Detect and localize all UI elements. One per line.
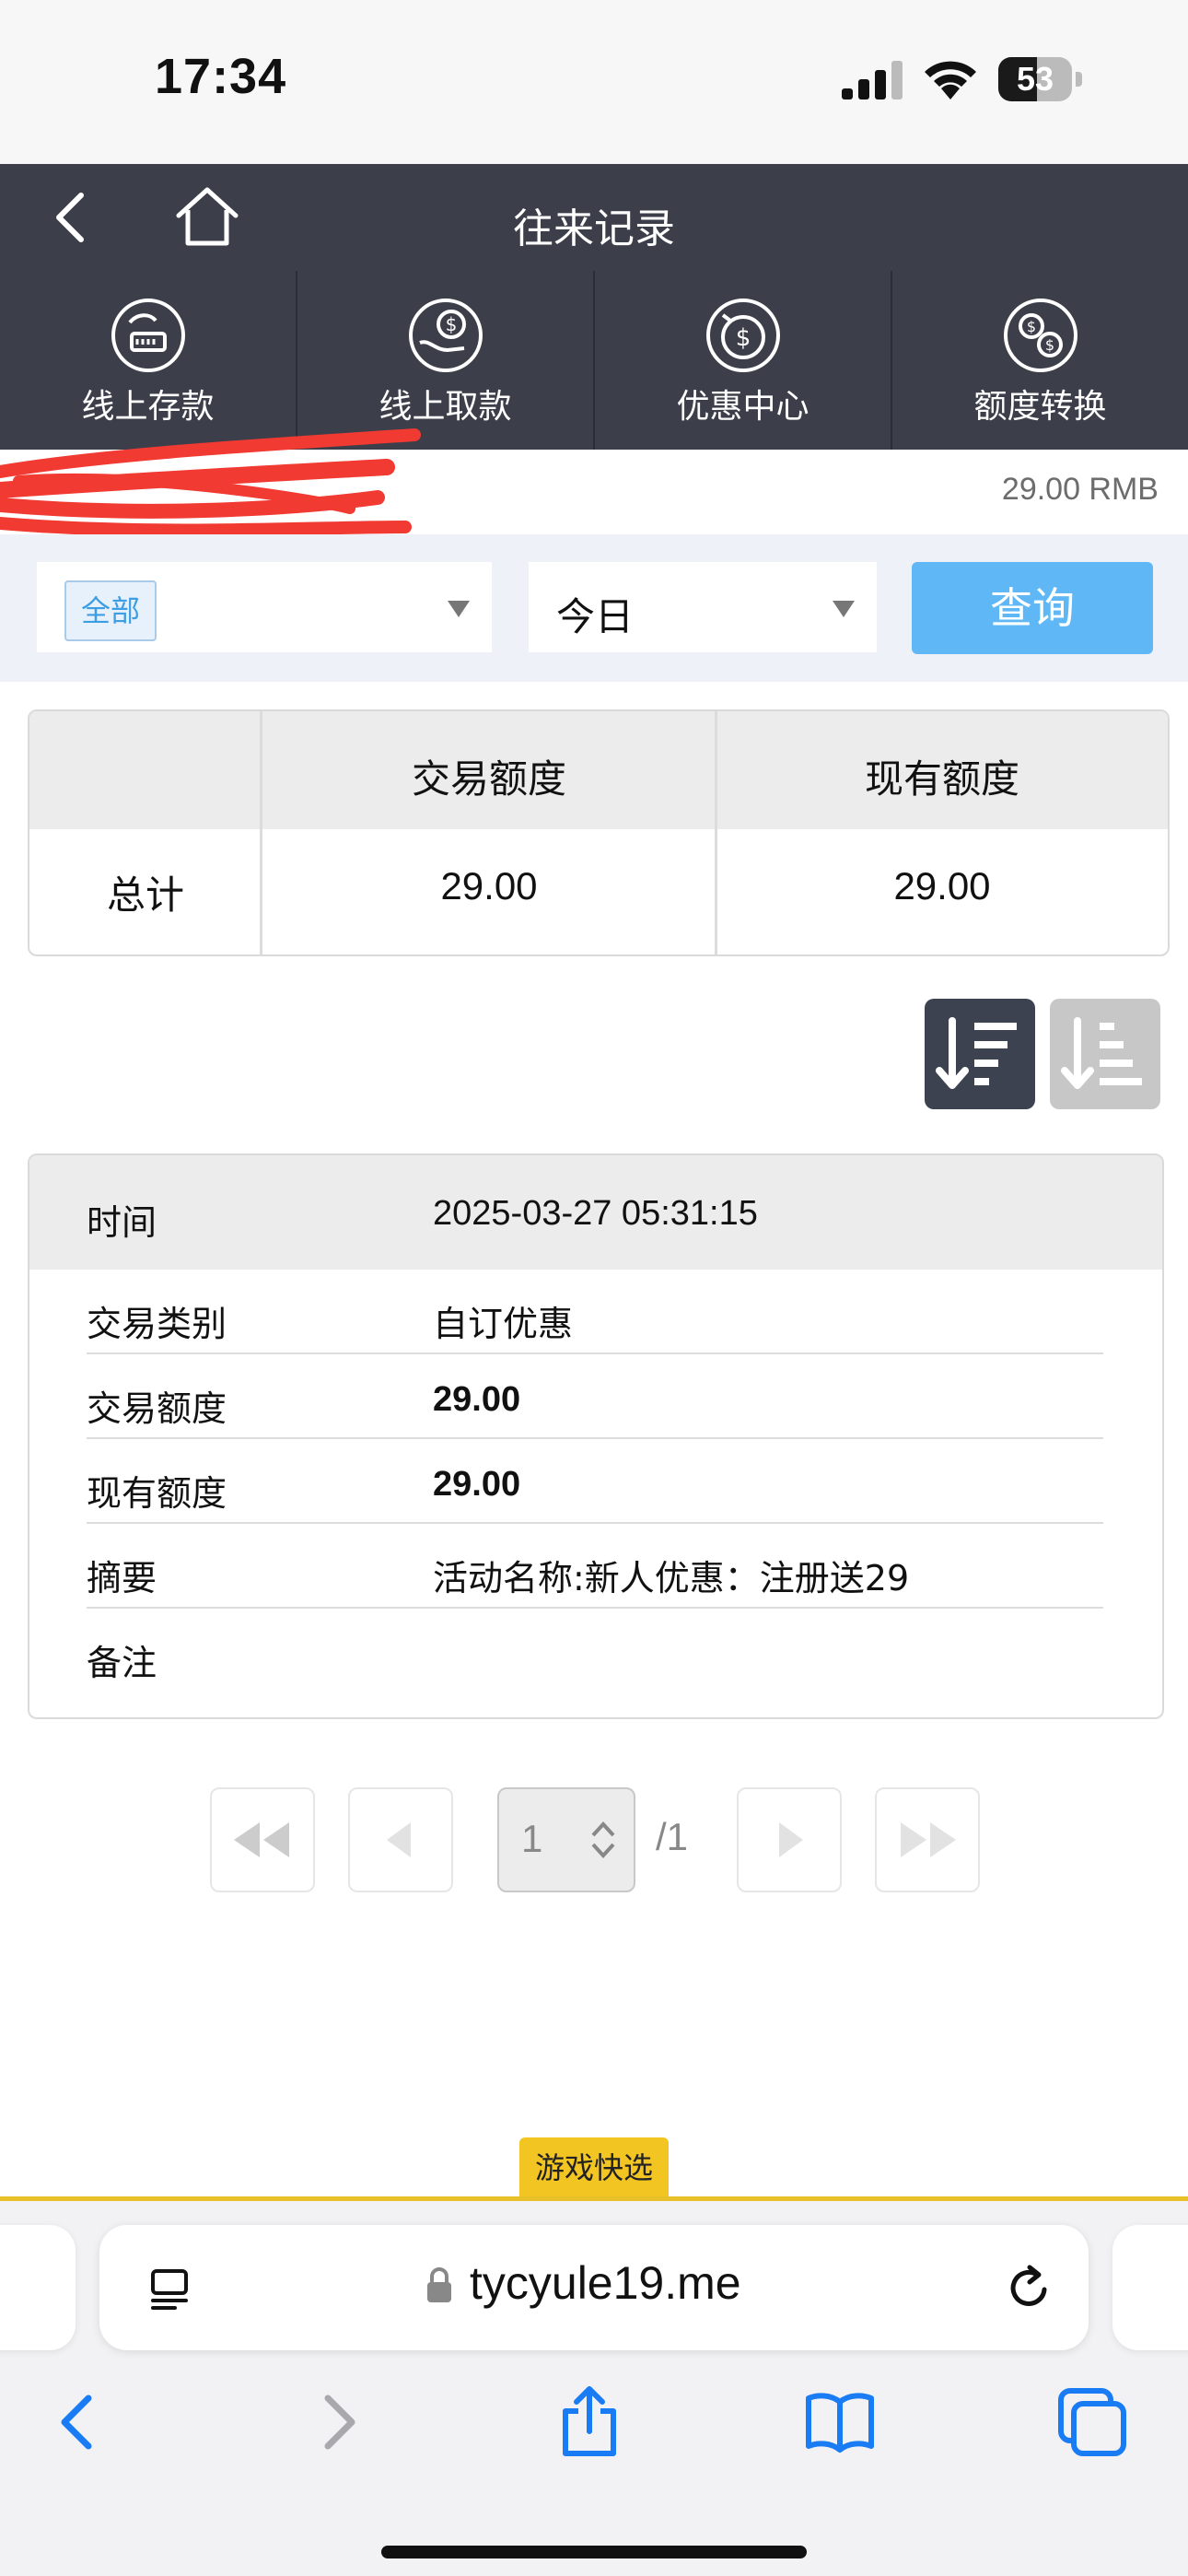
wifi-icon	[925, 61, 976, 100]
page-title: 往来记录	[513, 205, 675, 252]
summary-table: 交易额度 现有额度 总计 29.00 29.00	[28, 709, 1170, 956]
summary-header-current: 现有额度	[864, 756, 1019, 802]
deposit-icon	[111, 299, 185, 372]
browser-chrome: tycyule19.me	[0, 2201, 1188, 2576]
first-page-button[interactable]	[210, 1787, 315, 1892]
summary-total-label: 总计	[106, 872, 184, 918]
battery-tip	[1076, 72, 1082, 87]
record-row-value: 29.00	[433, 1465, 521, 1504]
transfer-icon: $ $	[1003, 299, 1077, 372]
tabs-icon[interactable]	[1055, 2385, 1129, 2459]
record-time-label: 时间	[87, 1202, 157, 1243]
last-page-button[interactable]	[875, 1787, 980, 1892]
bookmarks-icon[interactable]	[803, 2385, 877, 2459]
battery-indicator: 53	[998, 57, 1083, 101]
record-row-label: 摘要	[87, 1558, 157, 1598]
battery-percent: 53	[1016, 60, 1054, 98]
cellular-signal-icon	[842, 61, 903, 100]
svg-text:$: $	[1044, 336, 1054, 354]
quick-menu-label: 额度转换	[973, 388, 1107, 426]
record-row-label: 现有额度	[87, 1473, 227, 1514]
summary-transaction-amount: 29.00	[440, 864, 538, 907]
divider	[87, 1437, 1103, 1439]
divider	[87, 1352, 1103, 1354]
page-number-input[interactable]: 1	[497, 1787, 635, 1892]
transaction-type-select[interactable]: 全部	[37, 562, 492, 652]
record-row-value: 活动名称:新人优惠：注册送29	[433, 1558, 910, 1598]
transaction-type-value: 全部	[64, 580, 157, 641]
divider	[87, 1607, 1103, 1609]
record-time-value: 2025-03-27 05:31:15	[433, 1194, 758, 1233]
browser-forward-icon[interactable]	[300, 2385, 374, 2459]
sort-descending-button[interactable]	[925, 999, 1035, 1109]
next-page-button[interactable]	[737, 1787, 842, 1892]
promotion-icon: $	[705, 299, 780, 372]
summary-current-amount: 29.00	[893, 864, 991, 907]
reader-mode-icon[interactable]	[146, 2266, 193, 2313]
quick-menu-label: 优惠中心	[676, 388, 809, 426]
chevron-down-icon	[448, 601, 470, 617]
previous-page-button[interactable]	[348, 1787, 453, 1892]
top-nav-bar: 往来记录	[0, 164, 1188, 271]
previous-tab-preview[interactable]	[0, 2225, 76, 2350]
battery-body: 53	[998, 57, 1072, 101]
svg-text:$: $	[1026, 318, 1035, 335]
status-time: 17:34	[155, 49, 287, 104]
record-row-value: 29.00	[433, 1380, 521, 1419]
page-number-value: 1	[521, 1817, 543, 1860]
sort-descending-icon	[936, 1017, 1017, 1089]
record-row-label: 交易额度	[87, 1388, 227, 1429]
url-text: tycyule19.me	[470, 2257, 741, 2309]
address-bar[interactable]: tycyule19.me	[99, 2225, 1089, 2350]
share-icon[interactable]	[553, 2385, 626, 2459]
sort-ascending-icon	[1061, 1017, 1142, 1089]
date-range-value: 今日	[556, 594, 635, 639]
quick-menu-transfer[interactable]: $ $ 额度转换	[892, 271, 1188, 450]
summary-header-transaction: 交易额度	[411, 756, 566, 802]
chevron-left-icon	[387, 1822, 411, 1857]
double-chevron-right-icon	[901, 1822, 956, 1857]
chevron-down-icon	[833, 601, 855, 617]
home-indicator	[381, 2546, 807, 2558]
next-tab-preview[interactable]	[1112, 2225, 1188, 2350]
quick-menu-promotion[interactable]: $ 优惠中心	[595, 271, 892, 450]
record-row-value: 自订优惠	[433, 1304, 574, 1344]
divider	[715, 711, 717, 954]
svg-text:$: $	[735, 324, 751, 352]
record-row-label: 备注	[87, 1643, 157, 1683]
status-bar: 17:34 53	[0, 0, 1188, 164]
balance-value: 29.00 RMB	[1001, 472, 1159, 507]
record-row-label: 交易类别	[87, 1304, 227, 1344]
double-chevron-left-icon	[234, 1822, 289, 1857]
lock-icon	[427, 2267, 451, 2302]
sort-ascending-button[interactable]	[1050, 999, 1160, 1109]
transaction-record: 时间 2025-03-27 05:31:15 交易类别 自订优惠 交易额度 29…	[28, 1153, 1164, 1719]
query-button[interactable]: 查询	[912, 562, 1153, 654]
date-range-select[interactable]: 今日	[529, 562, 877, 652]
game-quick-select-button[interactable]: 游戏快选	[519, 2137, 669, 2198]
divider	[87, 1522, 1103, 1524]
divider	[260, 711, 262, 954]
page-total: /1	[656, 1815, 689, 1858]
reload-icon[interactable]	[1004, 2262, 1055, 2313]
filter-bar: 全部 今日 查询	[0, 534, 1188, 682]
chevron-right-icon	[779, 1822, 803, 1857]
withdraw-icon: $	[408, 299, 483, 372]
svg-text:$: $	[445, 313, 457, 335]
browser-back-icon[interactable]	[42, 2385, 116, 2459]
stepper-icon	[591, 1821, 615, 1858]
